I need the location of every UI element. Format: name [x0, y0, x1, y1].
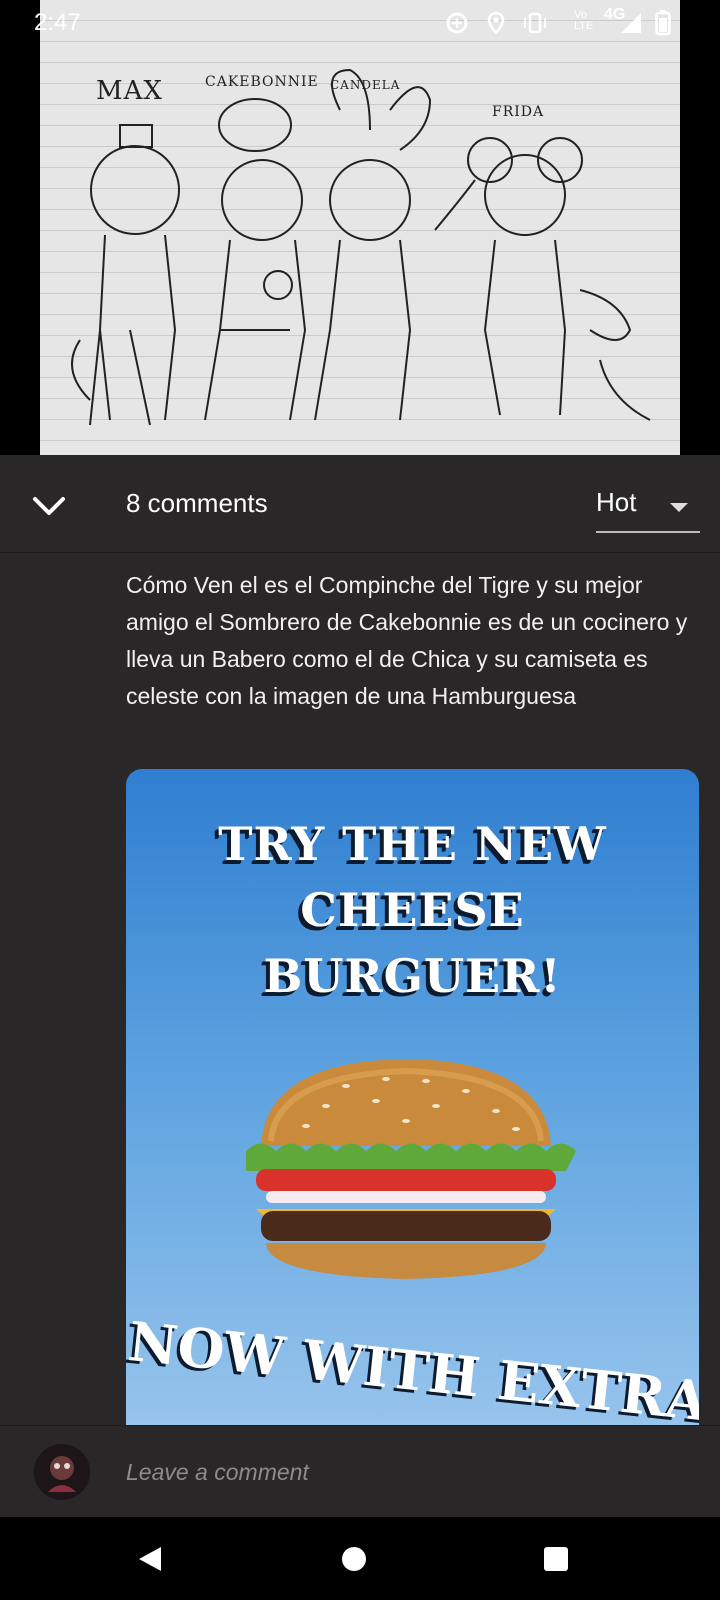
status-time: 2:47 [34, 9, 81, 36]
comment-thread[interactable]: Cómo Ven el es el Compinche del Tigre y … [0, 553, 720, 1425]
signal-icon [618, 10, 644, 36]
vibrate-icon [522, 10, 548, 36]
status-bar: 2:47 Vo LTE 4G [0, 0, 720, 48]
back-button[interactable] [128, 1537, 172, 1581]
compose-bar [0, 1425, 720, 1517]
comments-count: 8 comments [126, 488, 268, 518]
home-icon [342, 1547, 366, 1571]
avatar[interactable] [34, 1444, 90, 1500]
drawing-paper: MAX CAKEBONNIE CANDELA FRIDA [40, 0, 680, 455]
recents-button[interactable] [534, 1537, 578, 1581]
caret-down-icon [670, 503, 688, 512]
sort-dropdown[interactable]: Hot [596, 477, 700, 533]
location-icon [483, 10, 509, 36]
comment-input[interactable] [126, 1454, 686, 1490]
comment-attached-image[interactable]: TRY THE NEW CHEESE BURGUER! NOW WITH EXT… [126, 769, 699, 1425]
character-sketches [71, 68, 651, 426]
post-image[interactable]: MAX CAKEBONNIE CANDELA FRIDA [0, 0, 720, 455]
poster-bottom-text: NOW WITH EXTRA [126, 1309, 699, 1425]
navigation-bar [0, 1517, 720, 1600]
data-saver-icon [444, 10, 470, 36]
comment-body: Cómo Ven el es el Compinche del Tigre y … [126, 572, 688, 709]
recents-icon [544, 1547, 568, 1571]
back-icon [139, 1547, 161, 1571]
collapse-button[interactable] [26, 483, 72, 529]
volte-line2: LTE [574, 20, 594, 32]
sort-selected-value: Hot [596, 487, 637, 517]
poster-headline-line-2: CHEESE [300, 883, 525, 937]
volte-indicator: Vo LTE [574, 10, 593, 32]
home-button[interactable] [332, 1537, 376, 1581]
comments-header: 8 comments Hot [0, 455, 720, 553]
battery-icon [650, 10, 676, 36]
chevron-down-icon [33, 497, 65, 515]
poster-headline-line-1: TRY THE NEW [218, 817, 607, 871]
poster-headline-line-3: BURGUER! [263, 949, 562, 1003]
cheeseburger-illustration [246, 1059, 576, 1279]
